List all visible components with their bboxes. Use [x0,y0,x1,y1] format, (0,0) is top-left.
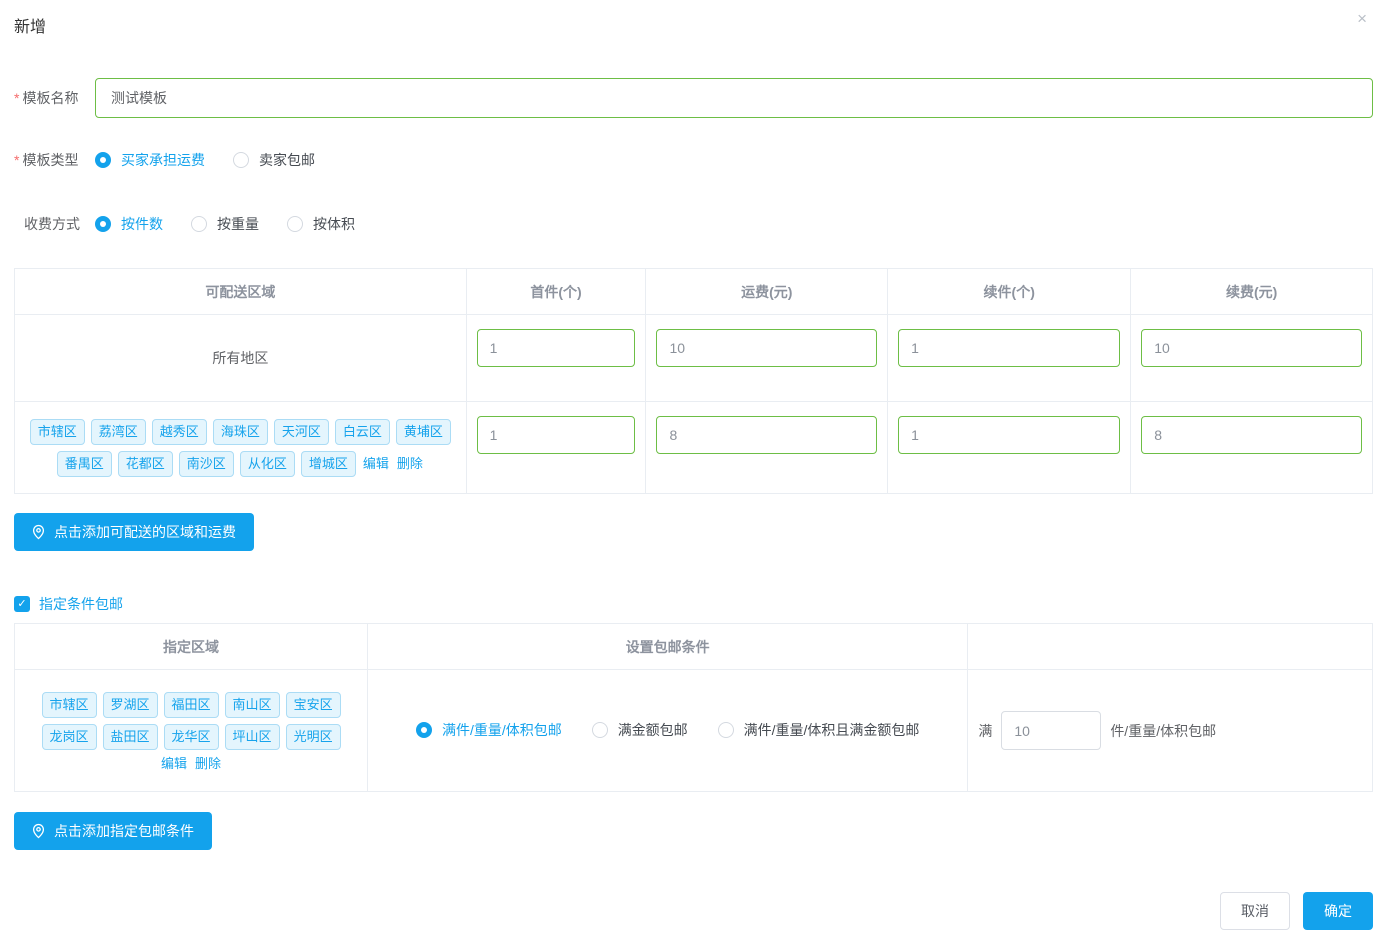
region-tag: 增城区 [301,451,356,477]
table-row: 所有地区 [15,315,1373,402]
delete-link[interactable]: 删除 [195,756,221,771]
close-icon[interactable]: × [1357,10,1367,27]
region-tag: 海珠区 [213,419,268,445]
region-tag: 福田区 [164,692,219,718]
col-header-next-fee: 续费(元) [1131,269,1373,315]
required-asterisk: * [14,90,19,106]
region-tag: 坪山区 [225,724,280,750]
col-header-next-piece: 续件(个) [888,269,1131,315]
checkbox-label[interactable]: 指定条件包邮 [39,594,123,614]
page-title: 新增 [14,13,1373,37]
col-header-area: 可配送区域 [15,269,467,315]
shipping-fee-table: 可配送区域 首件(个) 运费(元) 续件(个) 续费(元) 所有地区 市辖区荔湾… [14,268,1373,494]
region-tag: 南山区 [225,692,280,718]
edit-link[interactable]: 编辑 [363,456,389,471]
template-type-row: *模板类型 买家承担运费 卖家包邮 [14,150,1373,170]
threshold-prefix: 满 [978,721,992,741]
radio-amount[interactable]: 满金额包邮 [592,720,688,740]
fee-input[interactable] [656,329,877,367]
col-header-empty [968,624,1373,670]
charge-method-row: 收费方式 按件数 按重量 按体积 [14,214,1373,234]
col-header-designated-area: 指定区域 [15,624,368,670]
table-header-row: 指定区域 设置包邮条件 [15,624,1373,670]
next-piece-input[interactable] [898,416,1120,454]
radio-piece-weight-volume[interactable]: 满件/重量/体积包邮 [416,720,562,740]
template-name-label: *模板名称 [14,88,95,108]
template-name-input[interactable] [95,78,1373,118]
first-piece-input[interactable] [477,329,636,367]
region-tag: 番禺区 [57,451,112,477]
radio-selected-icon [95,152,111,168]
radio-by-weight[interactable]: 按重量 [191,214,259,234]
col-header-fee: 运费(元) [646,269,888,315]
required-asterisk: * [14,152,19,168]
region-tag: 从化区 [240,451,295,477]
table-row: 市辖区荔湾区越秀区海珠区天河区白云区黄埔区番禺区花都区南沙区从化区增城区编辑删除 [15,402,1373,494]
location-pin-icon [32,524,45,540]
region-tag: 光明区 [286,724,341,750]
radio-seller-free[interactable]: 卖家包邮 [233,150,315,170]
threshold-suffix: 件/重量/体积包邮 [1110,721,1216,741]
dialog-footer: 取消 确定 [14,892,1373,930]
area-tags-cell: 市辖区罗湖区福田区南山区宝安区龙岗区盐田区龙华区坪山区光明区编辑删除 [15,670,368,792]
radio-unselected-icon [191,216,207,232]
condition-options-cell: 满件/重量/体积包邮 满金额包邮 满件/重量/体积且满金额包邮 [368,670,968,792]
checkbox-checked[interactable]: ✓ [14,596,30,612]
area-tags-cell: 市辖区荔湾区越秀区海珠区天河区白云区黄埔区番禺区花都区南沙区从化区增城区编辑删除 [15,402,467,494]
col-header-first-piece: 首件(个) [466,269,646,315]
region-tag: 龙华区 [164,724,219,750]
threshold-cell: 满 件/重量/体积包邮 [968,670,1373,792]
region-tag: 白云区 [335,419,390,445]
first-piece-input[interactable] [477,416,636,454]
radio-buyer-pays[interactable]: 买家承担运费 [95,150,205,170]
col-header-condition: 设置包邮条件 [368,624,968,670]
region-tag: 盐田区 [103,724,158,750]
region-tag: 天河区 [274,419,329,445]
cancel-button[interactable]: 取消 [1220,892,1290,930]
location-pin-icon [32,823,45,839]
fee-input[interactable] [656,416,877,454]
table-header-row: 可配送区域 首件(个) 运费(元) 续件(个) 续费(元) [15,269,1373,315]
dialog: 新增 *模板名称 *模板类型 买家承担运费 卖家包邮 收费方式 按件数 按重量 … [0,0,1387,930]
charge-method-label: 收费方式 [14,214,95,234]
radio-unselected-icon [287,216,303,232]
region-tag: 南沙区 [179,451,234,477]
confirm-button[interactable]: 确定 [1303,892,1373,930]
template-type-label: *模板类型 [14,150,95,170]
radio-selected-icon [95,216,111,232]
delete-link[interactable]: 删除 [397,456,423,471]
radio-by-volume[interactable]: 按体积 [287,214,355,234]
conditional-free-shipping-row: ✓ 指定条件包邮 [14,594,1373,614]
add-delivery-area-button[interactable]: 点击添加可配送的区域和运费 [14,513,254,551]
region-tag: 黄埔区 [396,419,451,445]
area-all-regions: 所有地区 [15,315,467,402]
radio-by-piece[interactable]: 按件数 [95,214,163,234]
region-tag: 龙岗区 [42,724,97,750]
region-tag: 罗湖区 [103,692,158,718]
region-tag: 市辖区 [30,419,85,445]
next-fee-input[interactable] [1141,329,1362,367]
free-shipping-table: 指定区域 设置包邮条件 市辖区罗湖区福田区南山区宝安区龙岗区盐田区龙华区坪山区光… [14,623,1373,792]
region-tag: 越秀区 [152,419,207,445]
radio-unselected-icon [233,152,249,168]
template-name-row: *模板名称 [14,78,1373,118]
region-tag: 市辖区 [42,692,97,718]
edit-link[interactable]: 编辑 [161,756,187,771]
region-tag: 花都区 [118,451,173,477]
radio-unselected-icon [592,722,608,738]
table-row: 市辖区罗湖区福田区南山区宝安区龙岗区盐田区龙华区坪山区光明区编辑删除 满件/重量… [15,670,1373,792]
radio-piece-and-amount[interactable]: 满件/重量/体积且满金额包邮 [718,720,920,740]
add-free-shipping-condition-button[interactable]: 点击添加指定包邮条件 [14,812,212,850]
checkmark-icon: ✓ [17,599,26,610]
region-tag: 宝安区 [286,692,341,718]
radio-selected-icon [416,722,432,738]
radio-unselected-icon [718,722,734,738]
threshold-input[interactable] [1001,711,1101,750]
next-piece-input[interactable] [898,329,1120,367]
next-fee-input[interactable] [1141,416,1362,454]
region-tag: 荔湾区 [91,419,146,445]
